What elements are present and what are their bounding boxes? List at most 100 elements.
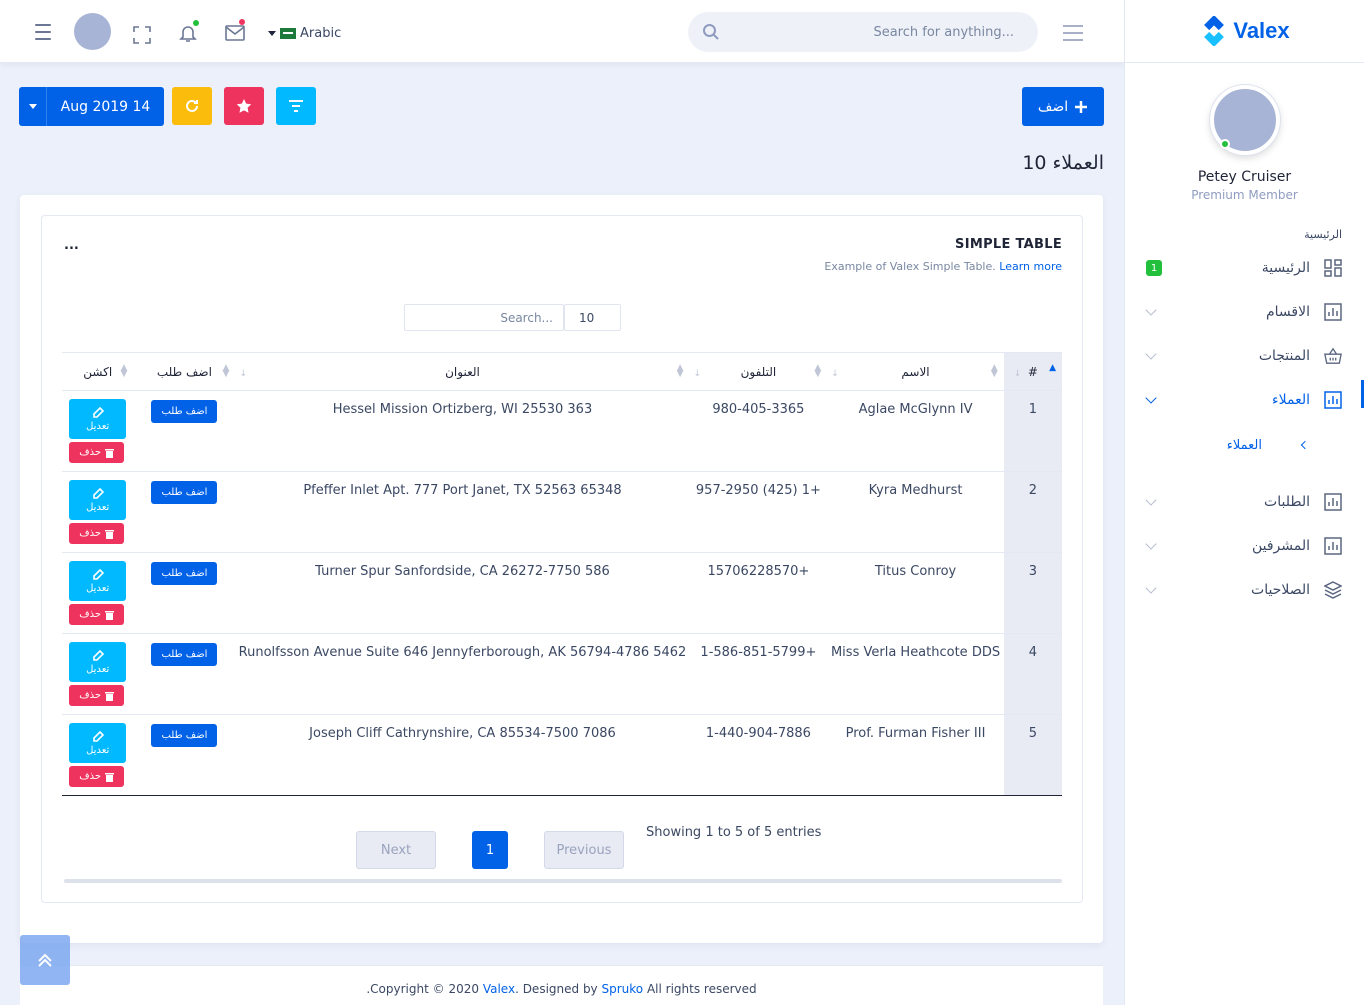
table-search-input[interactable] — [404, 304, 564, 331]
table-row: تعديل حذف اضف طلب Runolfsson Avenue Suite 6… — [62, 633, 1062, 715]
sidebar-item-sections[interactable]: الاقسام — [1125, 290, 1364, 334]
horizontal-scrollbar[interactable] — [64, 879, 1062, 883]
page-length-select[interactable]: 10 — [564, 304, 621, 331]
refresh-icon — [186, 99, 198, 112]
col-name[interactable]: الاسم ▲ ▼ ↓ — [827, 352, 1004, 391]
sidebar-item-home[interactable]: 1 الرئيسية — [1125, 246, 1364, 290]
index-cell: 3 — [1003, 552, 1062, 634]
learn-more-link[interactable]: Learn more — [999, 260, 1062, 273]
edit-icon — [92, 568, 104, 580]
card-subtitle: Example of Valex Simple Table. Learn mor… — [824, 260, 1062, 273]
date-dropdown-toggle[interactable] — [19, 87, 47, 126]
pagination-previous-button[interactable]: Previous — [544, 831, 624, 869]
sidebar-item-admins[interactable]: المشرفين — [1125, 524, 1364, 568]
col-name-label: الاسم — [901, 364, 930, 379]
card-subtitle-text: Example of Valex Simple Table. — [824, 260, 996, 273]
header-search — [688, 12, 1038, 52]
sort-icon: ▲ ▼ — [222, 363, 230, 379]
footer-designer-link[interactable]: Spruko — [601, 982, 643, 996]
col-index[interactable]: # ▲ ↓ — [1003, 352, 1062, 391]
table-header-row: اكشن ▲ ▼ اضف طلب ▲ ▼ العنوان ▲ ▼ ↓ التلفون ▲ ▼ ↓ ا… — [62, 352, 1062, 391]
add-order-button[interactable]: اضف طلب — [151, 562, 218, 585]
refresh-button[interactable] — [172, 87, 212, 125]
sidebar-item-permissions[interactable]: الصلاحيات — [1125, 568, 1364, 612]
sidebar-subitem-customers[interactable]: العملاء — [1125, 422, 1364, 468]
chart-icon — [1324, 391, 1342, 409]
favorite-button[interactable] — [224, 87, 264, 125]
add-order-button[interactable]: اضف طلب — [151, 481, 218, 504]
footer-brand-link[interactable]: Valex — [483, 982, 515, 996]
sidebar-item-label: الرئيسية — [1261, 260, 1310, 276]
delete-label: حذف — [79, 690, 102, 701]
nav-category-label: الرئيسية — [1304, 228, 1342, 241]
edit-label: تعديل — [86, 582, 110, 594]
filter-button[interactable] — [276, 87, 316, 125]
delete-button[interactable]: حذف — [69, 685, 125, 706]
edit-icon — [92, 649, 104, 661]
trash-icon — [105, 691, 115, 701]
sidebar-item-customers[interactable]: العملاء — [1125, 378, 1364, 422]
name-cell: Aglae McGlynn IV — [858, 402, 973, 417]
action-group: تعديل حذف — [69, 480, 127, 544]
page-title-count: 10 — [1022, 152, 1047, 174]
header-search-input[interactable] — [720, 24, 1014, 40]
mail-icon[interactable] — [223, 19, 247, 44]
col-order[interactable]: اضف طلب ▲ ▼ — [133, 352, 236, 391]
language-selector[interactable]: Arabic — [268, 24, 341, 42]
add-order-button[interactable]: اضف طلب — [151, 724, 218, 747]
col-action-label: اكشن — [83, 364, 113, 379]
pagination-page-button[interactable]: 1 — [472, 831, 508, 869]
date-picker-button[interactable]: Aug 2019 14 — [19, 87, 164, 126]
col-address[interactable]: العنوان ▲ ▼ ↓ — [235, 352, 690, 391]
add-order-button[interactable]: اضف طلب — [151, 400, 218, 423]
chevron-down-icon — [1145, 582, 1157, 594]
header-avatar[interactable] — [74, 13, 111, 50]
delete-button[interactable]: حذف — [69, 523, 125, 544]
brand-logo[interactable]: Valex — [1125, 0, 1364, 63]
edit-button[interactable]: تعديل — [69, 480, 127, 520]
edit-button[interactable]: تعديل — [69, 642, 127, 682]
home-badge: 1 — [1146, 260, 1162, 276]
delete-label: حذف — [79, 771, 102, 782]
chevron-down-icon — [268, 30, 276, 36]
phone-cell: 15706228570+ — [707, 564, 810, 579]
edit-button[interactable]: تعديل — [69, 561, 127, 601]
sidebar-item-label: الصلاحيات — [1251, 582, 1310, 598]
edit-label: تعديل — [86, 744, 110, 756]
sidebar-item-products[interactable]: المنتجات — [1125, 334, 1364, 378]
card-title: SIMPLE TABLE — [955, 237, 1062, 252]
back-to-top-button[interactable] — [20, 935, 70, 985]
sidebar-item-orders[interactable]: الطلبات — [1125, 480, 1364, 524]
address-cell: Pfeffer Inlet Apt. 777 Port Janet, TX 52… — [303, 483, 622, 498]
profile-avatar[interactable] — [1209, 85, 1280, 155]
edit-button[interactable]: تعديل — [69, 723, 127, 763]
trash-icon — [105, 448, 115, 458]
order-cell: اضف طلب — [133, 553, 235, 634]
table-row: تعديل حذف اضف طلب Pfeffer Inlet Apt. 777 Po… — [62, 471, 1062, 553]
delete-button[interactable]: حذف — [69, 442, 125, 463]
right-sidebar-toggle-icon[interactable] — [1062, 25, 1084, 41]
col-phone[interactable]: التلفون ▲ ▼ ↓ — [689, 352, 828, 391]
col-action[interactable]: اكشن ▲ ▼ — [62, 352, 134, 391]
delete-button[interactable]: حذف — [69, 604, 125, 625]
fullscreen-icon[interactable] — [131, 24, 153, 46]
add-customer-button[interactable]: اضف — [1022, 87, 1104, 126]
sidebar-item-label: العملاء — [1272, 392, 1310, 408]
search-icon[interactable] — [702, 23, 720, 41]
add-order-button[interactable]: اضف طلب — [151, 643, 218, 666]
sort-down-icon: ↓ — [239, 369, 247, 379]
online-status-dot — [1219, 139, 1230, 149]
customers-card: ... SIMPLE TABLE Example of Valex Simple… — [20, 195, 1103, 943]
action-cell: تعديل حذف — [62, 472, 133, 553]
delete-button[interactable]: حذف — [69, 766, 125, 787]
notification-bell-icon[interactable] — [177, 20, 199, 44]
pagination-next-button[interactable]: Next — [356, 831, 436, 869]
menu-toggle-icon[interactable] — [32, 22, 54, 42]
delete-label: حذف — [79, 609, 102, 620]
sidebar-item-label: المنتجات — [1258, 348, 1310, 364]
card-options-icon[interactable]: ... — [64, 238, 79, 253]
page-title-text: العملاء — [1052, 152, 1105, 174]
edit-button[interactable]: تعديل — [69, 399, 127, 439]
sort-icon: ▲ ▼ — [120, 363, 128, 379]
delete-label: حذف — [79, 447, 102, 458]
